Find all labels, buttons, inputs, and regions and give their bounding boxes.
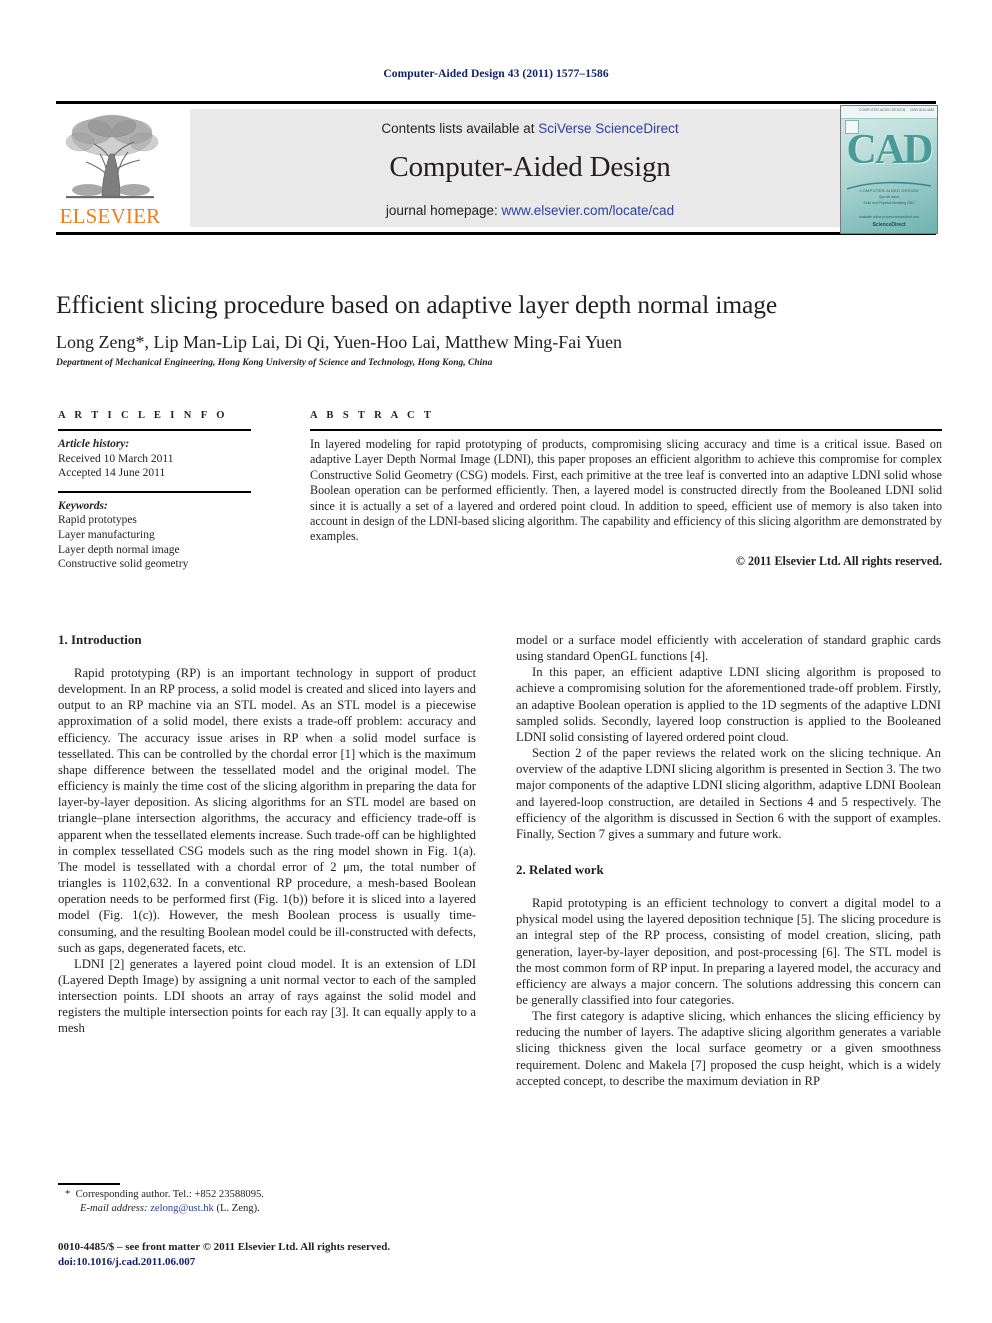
keywords-label: Keywords: (58, 499, 108, 512)
corresponding-author-note: * Corresponding author. Tel.: +852 23588… (58, 1188, 478, 1202)
email-label: E-mail address: (80, 1202, 148, 1214)
article-received-date: Received 10 March 2011 (58, 452, 174, 465)
body-paragraph: Rapid prototyping is an efficient techno… (516, 896, 941, 1007)
body-paragraph: model or a surface model efficiently wit… (516, 633, 941, 664)
article-info-rule-2 (58, 490, 251, 493)
journal-homepage-link[interactable]: www.elsevier.com/locate/cad (502, 203, 675, 218)
cover-footer-line-1: Available online at www.sciencedirect.co… (859, 215, 919, 219)
keyword-item: Layer depth normal image (58, 543, 180, 556)
cover-subtitle-2: Special issue (879, 195, 899, 199)
cover-subtitle-3: Solid and Physical Modeling 2010 (863, 201, 915, 205)
elsevier-tree-icon (62, 110, 158, 204)
section-heading-related-work: 2. Related work (516, 862, 604, 878)
email-owner: (L. Zeng). (216, 1202, 260, 1214)
cover-banner-title: COMPUTER-AIDED DESIGN (859, 108, 906, 112)
journal-cover-thumbnail: COMPUTER-AIDED DESIGN ISSN 0010-4485 CAD… (840, 105, 938, 234)
keyword-item: Layer manufacturing (58, 528, 155, 541)
colophon-block: 0010-4485/$ – see front matter © 2011 El… (58, 1240, 558, 1269)
author-list: Long Zeng*, Lip Man-Lip Lai, Di Qi, Yuen… (56, 332, 623, 352)
abstract-heading: A B S T R A C T (310, 410, 435, 421)
affiliation: Department of Mechanical Engineering, Ho… (56, 358, 493, 368)
abstract-column: A B S T R A C T In layered modeling for … (310, 410, 942, 569)
article-history-label: Article history: (58, 438, 130, 450)
elsevier-wordmark: ELSEVIER (59, 204, 161, 228)
body-left-column: 1. Introduction Rapid prototyping (RP) i… (58, 632, 476, 1037)
contents-available-line: Contents lists available at SciVerse Sci… (190, 121, 870, 136)
elsevier-logo: ELSEVIER (56, 108, 164, 231)
cover-cad-logo: CAD (846, 127, 934, 173)
abstract-text: In layered modeling for rapid prototypin… (310, 437, 942, 544)
body-paragraph: In this paper, an efficient adaptive LDN… (516, 665, 941, 744)
masthead-bottom-rule (56, 232, 936, 235)
body-right-column: model or a surface model efficiently wit… (516, 632, 941, 1089)
corresponding-author-text: Corresponding author. Tel.: +852 2358809… (75, 1189, 264, 1200)
abstract-copyright: © 2011 Elsevier Ltd. All rights reserved… (735, 553, 942, 568)
running-head: Computer-Aided Design 43 (2011) 1577–158… (383, 68, 609, 80)
article-info-column: A R T I C L E I N F O Article history: R… (58, 410, 251, 572)
section-heading-introduction: 1. Introduction (58, 632, 142, 647)
article-history-block: Article history: Received 10 March 2011 … (58, 437, 251, 481)
abstract-rule (310, 429, 942, 431)
masthead-top-rule (56, 101, 936, 104)
article-first-page: Computer-Aided Design 43 (2011) 1577–158… (0, 0, 992, 1323)
footnote-marker: * (65, 1189, 71, 1200)
cover-swoosh-graphic (846, 178, 932, 190)
footnote-rule (58, 1183, 120, 1185)
cover-top-banner: COMPUTER-AIDED DESIGN ISSN 0010-4485 (841, 106, 937, 119)
keywords-block: Keywords: Rapid prototypes Layer manufac… (58, 499, 251, 572)
email-note: E-mail address: zelong@ust.hk (L. Zeng). (58, 1202, 478, 1216)
body-paragraph: The first category is adaptive slicing, … (516, 1009, 941, 1088)
keyword-item: Constructive solid geometry (58, 558, 189, 571)
email-link[interactable]: zelong@ust.hk (150, 1203, 214, 1214)
cover-subtitle-1: COMPUTER-AIDED DESIGN (859, 188, 919, 193)
journal-homepage-line: journal homepage: www.elsevier.com/locat… (190, 203, 870, 218)
homepage-prefix: journal homepage: (385, 203, 502, 218)
body-paragraph: Section 2 of the paper reviews the relat… (516, 746, 941, 841)
contents-prefix: Contents lists available at (381, 121, 539, 136)
article-info-rule-1 (58, 429, 251, 431)
cover-footer-line-2: ScienceDirect (872, 222, 906, 228)
keyword-item: Rapid prototypes (58, 514, 137, 527)
journal-title: Computer-Aided Design (389, 151, 671, 183)
article-info-heading: A R T I C L E I N F O (58, 410, 228, 421)
sciencedirect-link[interactable]: SciVerse ScienceDirect (538, 121, 678, 136)
doi-link[interactable]: doi:10.1016/j.cad.2011.06.007 (58, 1255, 558, 1270)
article-accepted-date: Accepted 14 June 2011 (58, 467, 166, 480)
cover-issn: ISSN 0010-4485 (910, 108, 934, 112)
journal-masthead: ELSEVIER Contents lists available at Sci… (56, 105, 938, 234)
body-paragraph: LDNI [2] generates a layered point cloud… (58, 956, 476, 1036)
issn-front-matter-line: 0010-4485/$ – see front matter © 2011 El… (58, 1241, 391, 1253)
article-title: Efficient slicing procedure based on ada… (56, 290, 778, 319)
contents-band: Contents lists available at SciVerse Sci… (190, 109, 870, 227)
footnote-block: * Corresponding author. Tel.: +852 23588… (58, 1188, 478, 1215)
body-paragraph: Rapid prototyping (RP) is an important t… (58, 666, 476, 955)
